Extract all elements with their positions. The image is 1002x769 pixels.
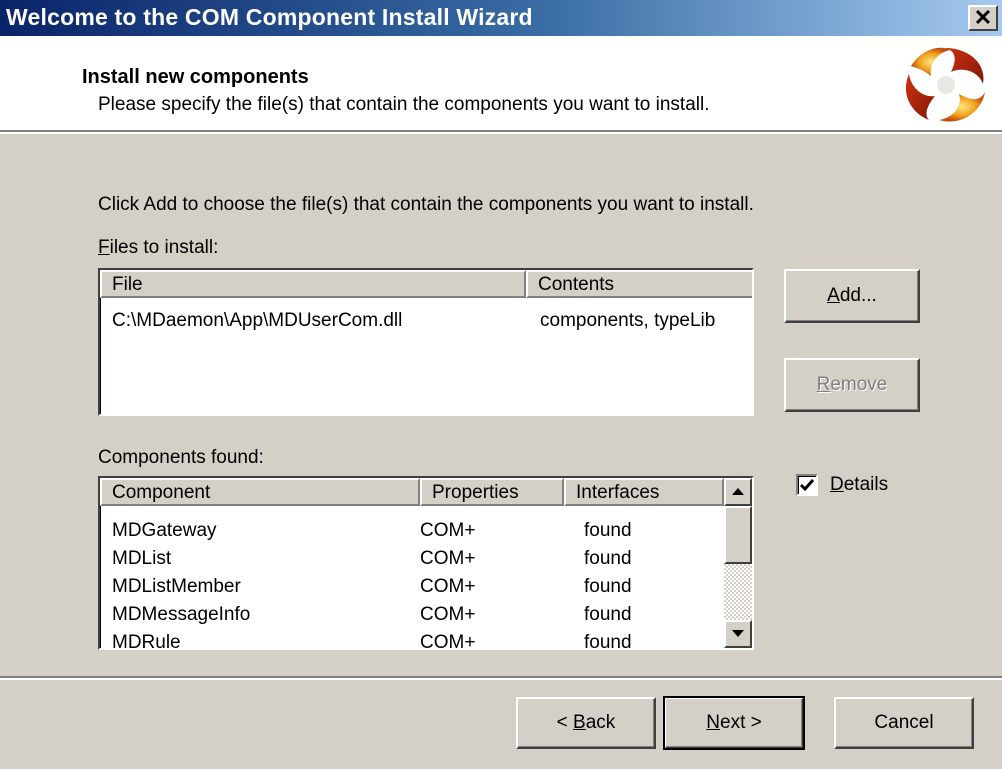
header-subtitle: Please specify the file(s) that contain …: [98, 94, 710, 115]
column-header-component[interactable]: Component: [100, 478, 420, 506]
component-name-cell: MDGateway: [112, 520, 217, 541]
files-to-install-label: Files to install:: [98, 237, 219, 258]
header-divider: [0, 132, 1002, 134]
scroll-down-button[interactable]: [724, 620, 752, 648]
details-checkbox[interactable]: [796, 474, 818, 496]
close-icon: ✕: [973, 5, 993, 30]
arrow-up-icon: [732, 488, 744, 495]
cancel-button[interactable]: Cancel: [834, 697, 974, 749]
column-header-interfaces[interactable]: Interfaces: [564, 478, 724, 506]
close-button[interactable]: ✕: [968, 5, 998, 31]
arrow-down-icon: [732, 630, 744, 637]
wizard-header: Install new components Please specify th…: [0, 36, 1002, 132]
details-label[interactable]: Details: [830, 474, 888, 496]
component-services-swirl-icon: [905, 47, 985, 122]
component-properties-cell: COM+: [420, 548, 476, 569]
file-contents-cell: components, typeLib: [540, 310, 716, 331]
component-name-cell: MDList: [112, 548, 172, 569]
back-button-label: < Back: [556, 712, 616, 733]
component-interfaces-cell: found: [584, 632, 632, 650]
add-button-label: Add...: [827, 285, 877, 306]
files-list[interactable]: File Contents C:\MDaemon\App\MDUserCom.d…: [98, 268, 754, 416]
component-interfaces-cell: found: [584, 604, 632, 625]
component-properties-cell: COM+: [420, 520, 476, 541]
cancel-button-label: Cancel: [874, 712, 934, 733]
scroll-up-button[interactable]: [724, 478, 752, 506]
remove-button-label: Remove: [816, 374, 888, 395]
instruction-text: Click Add to choose the file(s) that con…: [98, 194, 754, 215]
window-title: Welcome to the COM Component Install Wiz…: [6, 4, 533, 30]
component-properties-cell: COM+: [420, 576, 476, 597]
remove-button[interactable]: Remove: [784, 358, 920, 412]
title-bar[interactable]: Welcome to the COM Component Install Wiz…: [0, 0, 1002, 36]
component-name-cell: MDMessageInfo: [112, 604, 251, 625]
component-interfaces-cell: found: [584, 576, 632, 597]
header-title: Install new components: [82, 66, 309, 88]
components-list[interactable]: Component Properties Interfaces MDGatewa…: [98, 476, 754, 650]
add-button[interactable]: Add...: [784, 269, 920, 323]
back-button[interactable]: < Back: [516, 697, 656, 749]
component-interfaces-cell: found: [584, 520, 632, 541]
component-interfaces-cell: found: [584, 548, 632, 569]
file-path-cell: C:\MDaemon\App\MDUserCom.dll: [112, 310, 403, 331]
next-button-label: Next >: [706, 712, 762, 733]
next-button[interactable]: Next >: [663, 696, 805, 750]
column-header-contents[interactable]: Contents: [526, 270, 752, 298]
scroll-thumb[interactable]: [724, 506, 752, 564]
component-properties-cell: COM+: [420, 632, 476, 650]
component-properties-cell: COM+: [420, 604, 476, 625]
component-name-cell: MDRule: [112, 632, 181, 650]
components-found-label: Components found:: [98, 447, 264, 468]
column-header-properties[interactable]: Properties: [420, 478, 564, 506]
checkmark-icon: [799, 479, 815, 492]
component-name-cell: MDListMember: [112, 576, 241, 597]
column-header-file[interactable]: File: [100, 270, 526, 298]
footer-divider-highlight: [0, 678, 1002, 680]
